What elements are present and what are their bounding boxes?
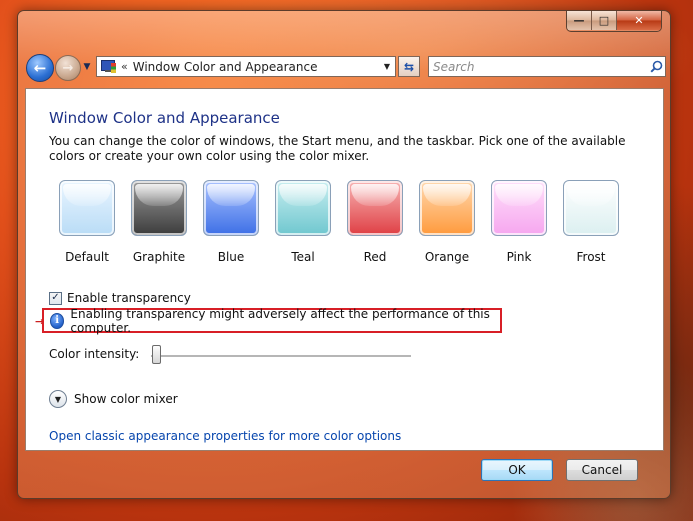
- refresh-icon: ⇆: [403, 59, 415, 74]
- close-button[interactable]: ✕: [617, 11, 661, 30]
- color-intensity-thumb[interactable]: [152, 345, 161, 364]
- swatch-orange[interactable]: Orange: [411, 180, 483, 264]
- swatch-teal-color: [275, 180, 331, 236]
- swatch-label: Red: [363, 250, 387, 264]
- search-icon[interactable]: [647, 60, 665, 73]
- checkmark-icon: ✓: [51, 292, 60, 303]
- swatch-frost[interactable]: Frost: [555, 180, 627, 264]
- forward-button[interactable]: →: [55, 55, 81, 81]
- control-panel-icon: [101, 59, 117, 74]
- swatch-blue-color: [203, 180, 259, 236]
- page-title: Window Color and Appearance: [49, 109, 280, 127]
- swatch-graphite[interactable]: Graphite: [123, 180, 195, 264]
- refresh-button[interactable]: ⇆: [398, 56, 420, 77]
- color-intensity-slider[interactable]: [151, 355, 411, 358]
- transparency-warning: i Enabling transparency might adversely …: [42, 306, 502, 335]
- chevron-down-icon: ▼: [83, 62, 91, 72]
- enable-transparency-label[interactable]: Enable transparency: [67, 291, 191, 305]
- back-button[interactable]: ←: [26, 54, 54, 82]
- swatch-label: Default: [65, 250, 109, 264]
- color-intensity-label: Color intensity:: [49, 347, 140, 361]
- swatch-label: Teal: [291, 250, 315, 264]
- show-color-mixer-label: Show color mixer: [74, 392, 178, 406]
- control-panel-window: — □ ✕ ← → ▼ « Window Color and Appearanc…: [17, 10, 671, 499]
- show-color-mixer-toggle[interactable]: ▼ Show color mixer: [49, 390, 178, 408]
- content-pane: Window Color and Appearance You can chan…: [25, 88, 664, 451]
- page-description: You can change the color of windows, the…: [49, 134, 626, 163]
- enable-transparency-row: ✓ Enable transparency: [49, 291, 191, 305]
- swatch-blue[interactable]: Blue: [195, 180, 267, 264]
- address-bar[interactable]: « Window Color and Appearance ▼: [96, 56, 396, 77]
- swatch-orange-color: [419, 180, 475, 236]
- recent-pages-button[interactable]: ▼: [82, 60, 92, 74]
- swatch-default-color: [59, 180, 115, 236]
- chevron-down-icon: ▼: [49, 390, 67, 408]
- navigation-bar: ← → ▼ « Window Color and Appearance ▼ ⇆: [26, 54, 666, 82]
- breadcrumb-overflow-button[interactable]: «: [121, 60, 128, 73]
- swatch-graphite-color: [131, 180, 187, 236]
- swatch-label: Pink: [506, 250, 532, 264]
- forward-arrow-icon: →: [62, 60, 74, 76]
- caption-buttons: — □ ✕: [566, 11, 662, 32]
- swatch-label: Frost: [576, 250, 606, 264]
- maximize-button[interactable]: □: [592, 11, 617, 30]
- back-arrow-icon: ←: [33, 59, 47, 77]
- swatch-default[interactable]: Default: [51, 180, 123, 264]
- classic-appearance-link[interactable]: Open classic appearance properties for m…: [49, 429, 401, 443]
- breadcrumb-current[interactable]: Window Color and Appearance: [133, 60, 379, 74]
- cancel-button[interactable]: Cancel: [566, 459, 638, 481]
- swatch-label: Blue: [217, 250, 245, 264]
- address-dropdown-icon[interactable]: ▼: [379, 62, 395, 71]
- swatch-label: Graphite: [132, 250, 186, 264]
- search-input[interactable]: [429, 57, 647, 76]
- ok-button[interactable]: OK: [481, 459, 553, 481]
- swatch-pink[interactable]: Pink: [483, 180, 555, 264]
- swatch-teal[interactable]: Teal: [267, 180, 339, 264]
- warning-text: Enabling transparency might adversely af…: [70, 306, 490, 335]
- swatch-pink-color: [491, 180, 547, 236]
- search-box: [428, 56, 666, 77]
- enable-transparency-checkbox[interactable]: ✓: [49, 291, 62, 305]
- info-icon: i: [50, 312, 65, 329]
- swatch-label: Orange: [424, 250, 470, 264]
- swatch-red-color: [347, 180, 403, 236]
- color-swatch-list: Default Graphite Blue Teal Red Orange Pi…: [51, 180, 651, 265]
- minimize-button[interactable]: —: [567, 11, 592, 30]
- swatch-frost-color: [563, 180, 619, 236]
- swatch-red[interactable]: Red: [339, 180, 411, 264]
